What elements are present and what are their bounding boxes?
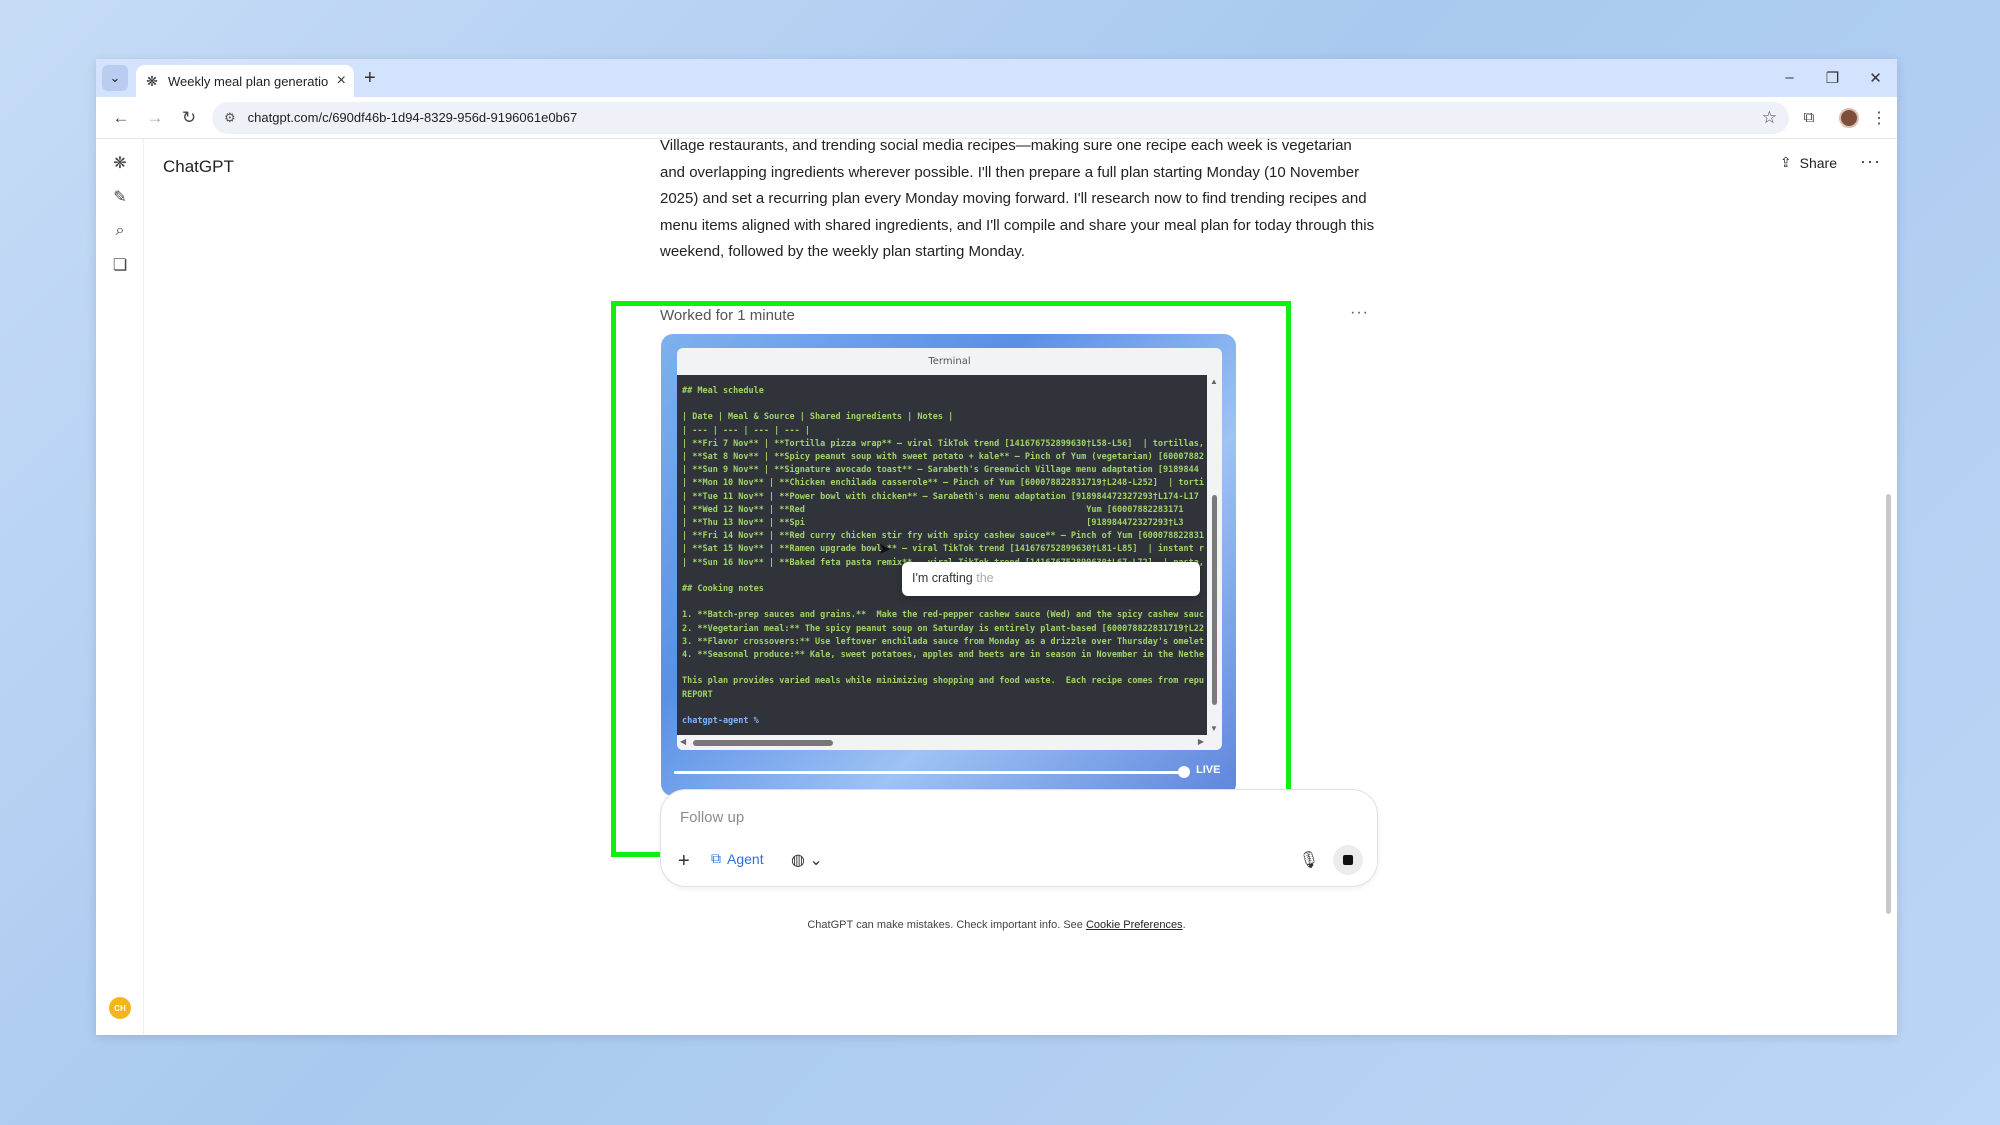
window-controls: – ❐ ✕ [1768,69,1897,87]
assistant-message-text: Village restaurants, and trending social… [660,137,1375,260]
chatgpt-favicon-icon: ❋ [146,72,158,89]
search-icon[interactable]: ⌕ [108,219,132,243]
browser-menu-icon[interactable]: ⋮ [1869,108,1889,128]
stop-button[interactable] [1333,845,1363,875]
close-window-icon[interactable]: ✕ [1854,69,1897,87]
browser-window: ⌄ ❋ Weekly meal plan generation × + – ❐ … [96,59,1897,1035]
stop-icon [1343,855,1353,865]
tab-search-dropdown[interactable]: ⌄ [102,65,128,91]
new-tab-button[interactable]: + [364,67,376,90]
openai-logo-icon[interactable]: ❋ [108,151,132,175]
message-composer[interactable]: Follow up + ⧉ Agent ◍ ⌄ 🎙 [660,789,1378,887]
web-search-toggle[interactable]: ◍ ⌄ [791,850,823,870]
tab-strip: ⌄ ❋ Weekly meal plan generation × + – ❐ … [96,59,1897,97]
back-icon[interactable]: ← [104,108,138,128]
follow-up-input[interactable]: Follow up [680,809,744,826]
add-attachment-icon[interactable]: + [678,850,690,873]
chevron-down-icon: ⌄ [809,852,823,869]
new-chat-icon[interactable]: ✎ [108,185,132,209]
site-info-icon[interactable]: ⚙ [224,110,236,126]
restore-icon[interactable]: ❐ [1811,69,1854,87]
user-avatar[interactable]: CH [109,997,131,1019]
share-button[interactable]: ⇪ Share [1780,154,1837,171]
globe-icon: ◍ [791,852,805,869]
reload-icon[interactable]: ↻ [172,108,206,128]
page-scrollbar[interactable] [1883,139,1893,1035]
share-icon: ⇪ [1779,154,1792,170]
minimize-icon[interactable]: – [1768,69,1811,87]
share-label: Share [1799,154,1837,171]
disclaimer-text: ChatGPT can make mistakes. Check importa… [807,919,1083,931]
bookmark-star-icon[interactable]: ☆ [1762,108,1777,128]
address-bar[interactable]: ⚙ chatgpt.com/c/690df46b-1d94-8329-956d-… [212,101,1789,134]
page-scroll-thumb[interactable] [1886,494,1891,914]
agent-mode-button[interactable]: ⧉ Agent [711,850,764,867]
conversation-options-icon[interactable]: ··· [1860,151,1881,172]
footer-disclaimer: ChatGPT can make mistakes. Check importa… [96,919,1897,931]
disclaimer-period: . [1182,919,1186,931]
message-options-icon[interactable]: ··· [1350,304,1369,322]
chatgpt-app: ❋ ✎ ⌕ ❏ CH ChatGPT ⇪ Share ··· Village r… [96,137,1897,1035]
chevron-down-icon: ⌄ [109,70,121,85]
library-icon[interactable]: ❏ [108,253,132,277]
annotation-highlight-box [611,301,1291,857]
browser-tab[interactable]: ❋ Weekly meal plan generation × [136,65,354,97]
model-title[interactable]: ChatGPT [163,157,234,177]
agent-label: Agent [727,850,764,867]
left-rail: ❋ ✎ ⌕ ❏ CH [96,139,144,1035]
tab-title: Weekly meal plan generation [168,73,329,89]
microphone-icon[interactable]: 🎙 [1299,850,1319,870]
url-text: chatgpt.com/c/690df46b-1d94-8329-956d-91… [247,110,578,125]
forward-icon[interactable]: → [138,108,172,128]
tab-close-icon[interactable]: × [337,72,346,90]
agent-icon: ⧉ [711,850,721,866]
profile-avatar[interactable] [1839,107,1859,128]
extensions-icon[interactable]: ⧉ [1789,109,1829,126]
cookie-preferences-link[interactable]: Cookie Preferences [1086,919,1183,931]
